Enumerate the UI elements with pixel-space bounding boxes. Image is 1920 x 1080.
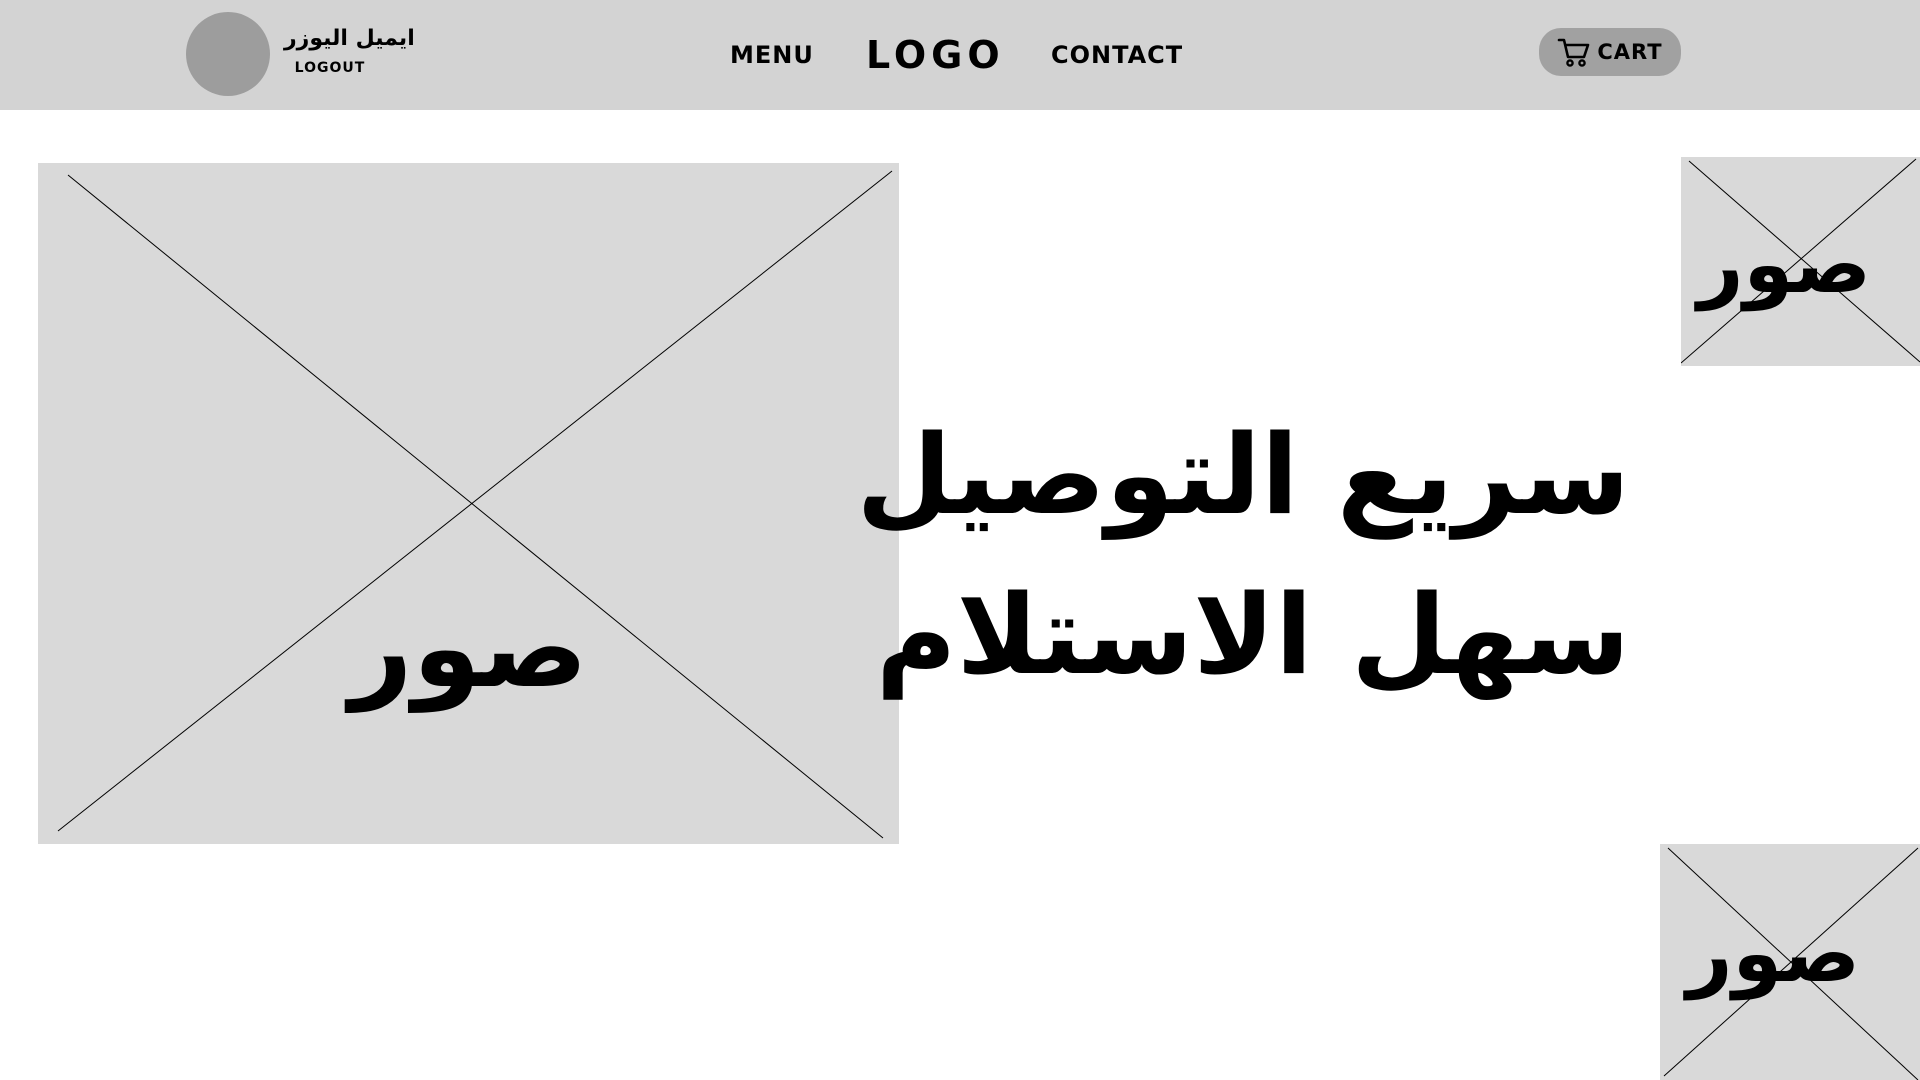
site-logo[interactable]: LOGO — [866, 33, 1005, 77]
cart-button[interactable]: CART — [1539, 28, 1681, 76]
hero-headline: سريع التوصيل سهل الاستلام — [856, 395, 1630, 715]
nav-contact-link[interactable]: CONTACT — [1051, 40, 1183, 70]
bottom-right-image-label: صور — [1686, 907, 1860, 1000]
placeholder-cross — [57, 170, 893, 839]
nav-menu-link[interactable]: MENU — [730, 40, 814, 70]
logout-link[interactable]: LOGOUT — [284, 60, 376, 76]
main-image-placeholder: صور — [38, 163, 899, 844]
cart-label: CART — [1597, 40, 1663, 64]
hero-line-1: سريع التوصيل — [856, 411, 1630, 539]
bottom-right-image-placeholder: صور — [1660, 844, 1920, 1080]
avatar[interactable] — [186, 12, 270, 96]
hero-line-2: سهل الاستلام — [875, 571, 1630, 699]
top-right-image-placeholder: صور — [1681, 157, 1920, 366]
top-bar: ايميل اليوزر LOGOUT MENU LOGO CONTACT CA… — [0, 0, 1920, 110]
user-email-label: ايميل اليوزر — [284, 26, 415, 51]
top-right-image-label: صور — [1697, 218, 1871, 311]
main-image-label: صور — [349, 584, 588, 712]
cart-icon — [1558, 38, 1590, 67]
